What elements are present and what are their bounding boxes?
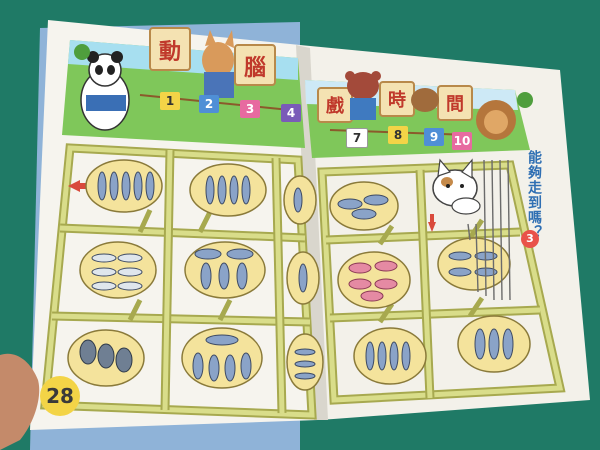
fish-icon (97, 343, 115, 369)
fish-icon (224, 354, 236, 382)
number-tile-2: 2 (199, 95, 219, 113)
fish-plate (189, 163, 267, 217)
fish-icon (298, 263, 308, 293)
fish-icon (236, 262, 248, 290)
fish-icon (401, 341, 411, 371)
fish-icon (115, 347, 133, 373)
header-char-2: 腦 (243, 56, 266, 81)
fish-icon (488, 328, 500, 360)
fish-icon (200, 262, 212, 290)
number-tile-9: 9 (424, 128, 444, 146)
fish-icon (145, 171, 155, 201)
fish-icon (205, 175, 215, 205)
fish-icon (241, 175, 251, 205)
fish-icon (374, 278, 398, 290)
fish-icon (363, 194, 389, 206)
fish-icon (365, 341, 375, 371)
fish-icon (91, 253, 117, 263)
fish-icon (240, 352, 252, 380)
tree-icon (517, 92, 533, 108)
fish-icon (294, 360, 316, 368)
fish-icon (293, 187, 303, 213)
fish-icon (502, 328, 514, 360)
fish-icon (117, 267, 143, 277)
fish-icon (229, 175, 239, 205)
page-number-badge: 28 (40, 376, 80, 416)
fish-icon (97, 171, 107, 201)
fish-icon (389, 341, 399, 371)
fish-icon (294, 372, 316, 380)
number-tile-8: 8 (388, 126, 408, 144)
fish-icon (448, 267, 472, 277)
fish-icon (194, 248, 222, 260)
number-tile-10: 10 (452, 132, 472, 150)
fish-icon (348, 262, 372, 274)
fish-icon (117, 253, 143, 263)
number-tile-4: 4 (281, 104, 301, 122)
fish-plate (437, 237, 511, 291)
fish-icon (351, 208, 377, 220)
fish-icon (377, 341, 387, 371)
tree-icon (74, 44, 90, 60)
fish-icon (192, 352, 204, 380)
fish-icon (205, 334, 239, 346)
fish-icon (337, 198, 363, 210)
dog-icon (411, 88, 439, 112)
photo-scene (0, 0, 600, 450)
number-tile-3: 3 (240, 100, 260, 118)
fish-icon (218, 262, 230, 290)
fish-icon (294, 348, 316, 356)
fish-icon (121, 171, 131, 201)
fish-plate (79, 241, 157, 299)
header-char-4: 時 (388, 90, 406, 111)
fish-icon (79, 339, 97, 365)
question-title: 能夠走到嗎？ (526, 150, 542, 240)
fish-icon (208, 354, 220, 382)
header-char-3: 戲 (326, 96, 344, 117)
lion-icon (476, 100, 516, 140)
fish-icon (217, 175, 227, 205)
fish-icon (474, 328, 486, 360)
question-number-badge: 3 (521, 230, 539, 248)
fish-icon (374, 260, 398, 272)
fish-icon (91, 281, 117, 291)
number-tile-7: 7 (346, 128, 368, 148)
header-char-5: 間 (446, 94, 464, 115)
header-char-1: 動 (158, 40, 181, 65)
arrow-down-tail (430, 214, 434, 223)
fish-icon (448, 251, 472, 261)
fish-icon (117, 281, 143, 291)
fish-icon (226, 248, 254, 260)
fish-icon (109, 171, 119, 201)
fish-icon (348, 278, 372, 290)
number-tile-1: 1 (160, 92, 180, 110)
fish-icon (91, 267, 117, 277)
fish-icon (360, 290, 384, 302)
fish-icon (133, 171, 143, 201)
